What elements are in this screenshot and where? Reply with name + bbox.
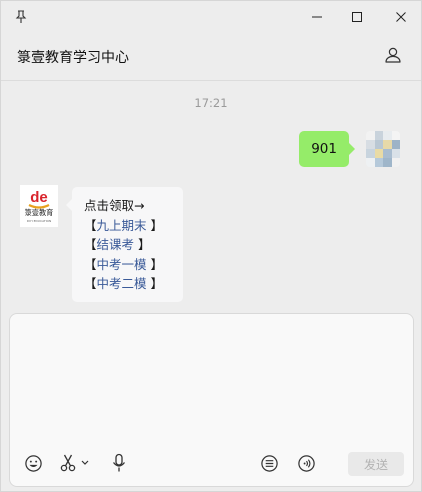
person-icon[interactable] (383, 45, 403, 65)
minimize-icon (312, 16, 322, 18)
sent-message-bubble[interactable]: 901 (299, 131, 355, 167)
chat-history-icon (260, 454, 278, 472)
pin-icon[interactable] (13, 9, 29, 25)
bracket-close: 】 (146, 256, 164, 272)
microphone-icon (112, 453, 126, 472)
bracket-close: 】 (146, 276, 164, 292)
link-zhongkao-yimo[interactable]: 中考一模 (97, 257, 147, 272)
message-input-area[interactable]: 发送 (9, 313, 414, 487)
maximize-button[interactable] (345, 7, 369, 27)
link-zhongkao-ermo[interactable]: 中考二模 (97, 276, 147, 291)
bracket-close: 】 (134, 237, 151, 253)
chevron-down-icon (81, 460, 89, 465)
bracket-close: 】 (146, 217, 164, 233)
sent-message-text: 901 (311, 141, 337, 157)
message-line: 点击领取→ (84, 196, 173, 216)
bracket-open: 【 (84, 276, 97, 292)
chat-header: 箓壹教育学习中心 (1, 33, 421, 81)
bracket-open: 【 (84, 237, 97, 253)
message-line: 【结课考 】 (84, 235, 173, 255)
link-jieke-kao[interactable]: 结课考 (97, 237, 135, 252)
self-avatar[interactable] (366, 131, 400, 167)
voice-input-button[interactable] (109, 452, 129, 474)
message-line: 【中考一模 】 (84, 255, 173, 275)
line-text: 点击领取→ (84, 198, 145, 213)
maximize-icon (352, 12, 362, 22)
voice-call-icon (297, 454, 315, 472)
link-jiushang-qimo[interactable]: 九上期末 (97, 218, 147, 233)
close-icon (396, 12, 406, 22)
send-button[interactable]: 发送 (348, 452, 404, 476)
bracket-open: 【 (84, 256, 97, 272)
bracket-open: 【 (84, 217, 97, 233)
message-list[interactable]: 17:21 901 de 箓壹教育 DIYI EDUCATION 点击领取→ 【… (1, 81, 421, 311)
title-bar (1, 1, 421, 33)
received-message-bubble[interactable]: 点击领取→ 【九上期末 】 【结课考 】 【中考一模 】 【中考二模 】 (66, 187, 183, 302)
logo-name: 箓壹教育 (25, 208, 54, 217)
message-line: 【九上期末 】 (84, 216, 173, 236)
logo-mark: de (30, 189, 48, 206)
emoji-icon (24, 454, 42, 472)
voice-call-button[interactable] (295, 452, 317, 474)
chat-window: 箓壹教育学习中心 17:21 901 de 箓壹教育 DIYI EDUCATIO… (0, 0, 422, 492)
minimize-button[interactable] (305, 7, 329, 27)
message-timestamp: 17:21 (194, 96, 228, 110)
scissors-icon (60, 454, 89, 472)
logo-subtitle: DIYI EDUCATION (27, 219, 52, 223)
chat-history-button[interactable] (258, 452, 280, 474)
emoji-button[interactable] (22, 452, 44, 474)
chat-title: 箓壹教育学习中心 (17, 50, 129, 66)
message-line: 【中考二模 】 (84, 274, 173, 294)
close-button[interactable] (389, 7, 413, 27)
sender-avatar-logo[interactable]: de 箓壹教育 DIYI EDUCATION (20, 185, 58, 227)
screenshot-button[interactable] (58, 452, 94, 474)
